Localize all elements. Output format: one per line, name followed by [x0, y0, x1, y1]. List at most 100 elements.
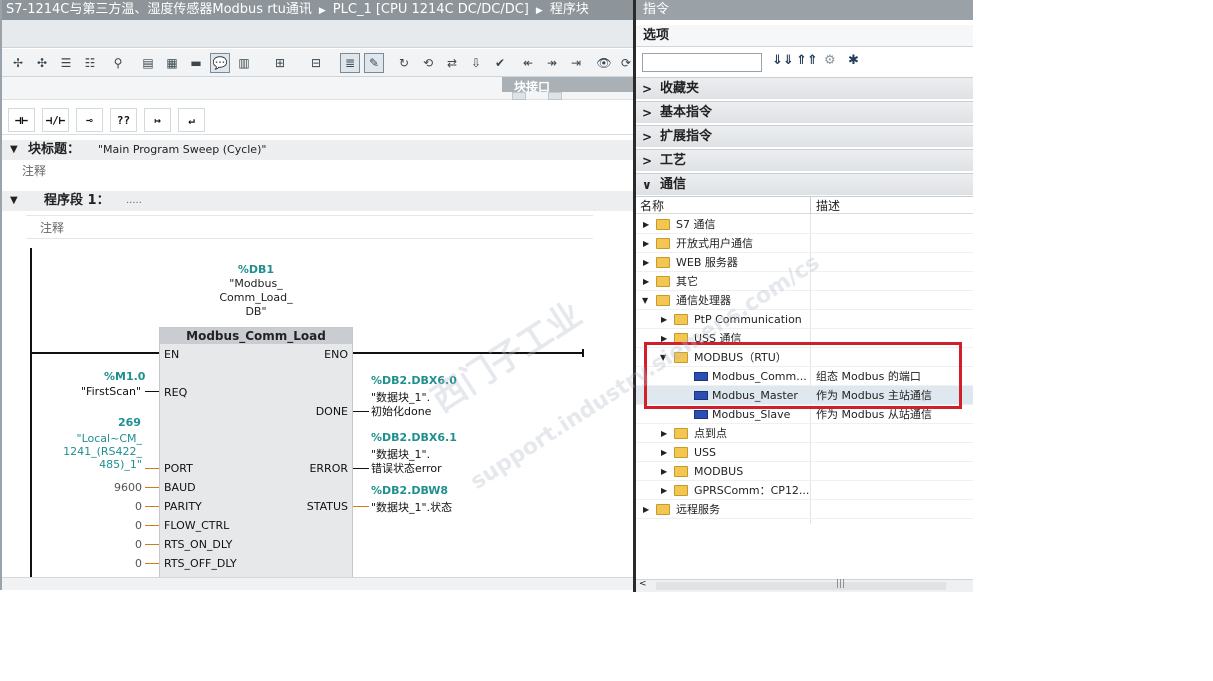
toolbar-insert-network-icon[interactable]: ✢ [8, 53, 28, 73]
status-operand-address[interactable]: %DB2.DBW8 [371, 484, 448, 497]
toolbar-add-row-icon[interactable]: ☷ [80, 53, 100, 73]
scrollbar-thumb[interactable] [656, 582, 946, 590]
interface-expand-icon[interactable] [548, 92, 562, 100]
req-operand-address[interactable]: %M1.0 [104, 370, 145, 383]
category-extended[interactable]: > 扩展指令 [636, 125, 973, 147]
search-down-icon[interactable]: ⇓⇓ [772, 53, 794, 68]
empty-box-icon[interactable]: ?? [110, 108, 137, 132]
block-title-value[interactable]: "Main Program Sweep (Cycle)" [98, 140, 266, 160]
toolbar-online-icon[interactable]: ⟳ [616, 53, 633, 73]
collapse-triangle-icon[interactable]: ▼ [10, 191, 18, 211]
done-operand-line[interactable]: 初始化done [371, 403, 431, 419]
parity-value[interactable]: 0 [102, 500, 142, 513]
category-basic[interactable]: > 基本指令 [636, 101, 973, 123]
column-desc-header[interactable]: 描述 [816, 197, 840, 215]
pin-rts-on-dly: RTS_ON_DLY [164, 538, 233, 551]
network-title-value[interactable]: ..... [126, 191, 142, 211]
instruction-search-input[interactable] [642, 53, 762, 72]
no-contact-icon[interactable]: ⊣⊢ [8, 108, 35, 132]
rts-off-value[interactable]: 0 [102, 557, 142, 570]
panel-horizontal-scrollbar[interactable]: < ||| [636, 579, 973, 592]
breadcrumb-separator-icon: ▶ [535, 6, 543, 16]
expand-arrow-icon[interactable]: ▶ [643, 500, 649, 519]
instance-db[interactable]: %DB1 "Modbus_ Comm_Load_ DB" [212, 263, 300, 319]
toolbar-collapse-icon[interactable]: ▬ [186, 53, 206, 73]
toolbar-network-list-icon[interactable]: ≣ [340, 53, 360, 73]
expand-arrow-icon[interactable]: ▶ [643, 215, 649, 234]
nc-contact-icon[interactable]: ⊣/⊢ [42, 108, 69, 132]
filter-icon[interactable]: ⚙ [824, 53, 836, 68]
interface-collapse-icon[interactable] [512, 92, 526, 100]
toolbar-monitoring-icon[interactable]: 👁 [594, 53, 614, 73]
toolbar-go-to-icon[interactable]: ↻ [394, 53, 414, 73]
category-communication[interactable]: ∨ 通信 [636, 173, 973, 195]
tree-item-open-user[interactable]: ▶ 开放式用户通信 [636, 234, 973, 253]
flow-ctrl-value[interactable]: 0 [102, 519, 142, 532]
expand-arrow-icon[interactable]: ▶ [643, 253, 649, 272]
toolbar-table-icon[interactable]: ▦ [162, 53, 182, 73]
open-branch-icon[interactable]: ↦ [144, 108, 171, 132]
error-operand-address[interactable]: %DB2.DBX6.1 [371, 431, 457, 444]
toolbar-absolute-icon[interactable]: ▥ [234, 53, 254, 73]
tree-item-point-to-point[interactable]: ▶ 点到点 [636, 424, 973, 443]
collapse-arrow-icon[interactable]: ▼ [642, 291, 648, 310]
expand-arrow-icon[interactable]: ▶ [643, 272, 649, 291]
toolbar-next-icon[interactable]: ↠ [542, 53, 562, 73]
tree-item-comm-processor[interactable]: ▼ 通信处理器 [636, 291, 973, 310]
category-label: 通信 [660, 177, 687, 192]
breadcrumb-separator-icon: ▶ [318, 6, 326, 16]
tree-item-uss[interactable]: ▶ USS [636, 443, 973, 462]
breadcrumb-program-blocks[interactable]: 程序块 [550, 2, 589, 17]
tree-item-gprscomm[interactable]: ▶ GPRSComm：CP12... [636, 481, 973, 500]
toolbar-comment-icon[interactable]: 💬 [210, 53, 230, 73]
expand-arrow-icon[interactable]: ▶ [661, 310, 667, 329]
port-operand-name[interactable]: "Local~CM_ 1241_(RS422_ 485)_1" [50, 432, 142, 471]
toolbar-prev-icon[interactable]: ↞ [518, 53, 538, 73]
toolbar-indent-icon[interactable]: ⇥ [566, 53, 586, 73]
req-operand-name[interactable]: "FirstScan" [81, 385, 141, 398]
search-up-icon[interactable]: ⇑⇑ [796, 53, 818, 68]
tree-item-modbus[interactable]: ▶ MODBUS [636, 462, 973, 481]
toolbar-compile-icon[interactable]: ✔ [490, 53, 510, 73]
settings-icon[interactable]: ✱ [848, 53, 859, 68]
toolbar-delete-network-icon[interactable]: ✣ [32, 53, 52, 73]
tree-item-label: 点到点 [694, 427, 727, 440]
editor-horizontal-scrollbar[interactable] [2, 577, 633, 590]
baud-value[interactable]: 9600 [102, 481, 142, 494]
toolbar-insert-row-icon[interactable]: ☰ [56, 53, 76, 73]
close-branch-icon[interactable]: ↵ [178, 108, 205, 132]
toolbar-symbol-icon[interactable]: ⊞ [270, 53, 290, 73]
coil-icon[interactable]: ⊸ [76, 108, 103, 132]
toolbar-download-icon[interactable]: ⇩ [466, 53, 486, 73]
column-name-header[interactable]: 名称 [640, 197, 664, 215]
network-comment-box[interactable]: 注释 [26, 215, 593, 239]
error-operand-line[interactable]: 错误状态error [371, 460, 442, 476]
tree-item-ptp[interactable]: ▶ PtP Communication [636, 310, 973, 329]
expand-arrow-icon[interactable]: ▶ [661, 462, 667, 481]
expand-arrow-icon[interactable]: ▶ [661, 481, 667, 500]
toolbar-operand-icon[interactable]: ⊟ [306, 53, 326, 73]
category-favorites[interactable]: > 收藏夹 [636, 77, 973, 99]
tree-item-remote-service[interactable]: ▶ 远程服务 [636, 500, 973, 519]
port-operand-value[interactable]: 269 [118, 416, 141, 429]
toolbar-reset-icon[interactable]: ⚲ [108, 53, 128, 73]
column-divider[interactable] [810, 197, 811, 215]
expand-arrow-icon[interactable]: ▶ [661, 424, 667, 443]
status-operand-line[interactable]: "数据块_1".状态 [371, 499, 452, 515]
rts-on-value[interactable]: 0 [102, 538, 142, 551]
toolbar-list-icon[interactable]: ▤ [138, 53, 158, 73]
expand-arrow-icon[interactable]: ▶ [661, 443, 667, 462]
expand-arrow-icon[interactable]: ▶ [643, 234, 649, 253]
breadcrumb-plc[interactable]: PLC_1 [CPU 1214C DC/DC/DC] [333, 2, 529, 17]
toolbar-favorites-icon[interactable]: ✎ [364, 53, 384, 73]
breadcrumb-project[interactable]: S7-1214C与第三方温、湿度传感器Modbus rtu通讯 [6, 2, 312, 17]
function-block-box[interactable]: Modbus_Comm_Load EN REQ PORT BAUD PARITY… [159, 327, 353, 579]
toolbar-compare-icon[interactable]: ⇄ [442, 53, 462, 73]
scroll-left-icon[interactable]: < [639, 579, 647, 589]
block-comment[interactable]: 注释 [22, 162, 46, 179]
toolbar-monitor-icon[interactable]: ⟲ [418, 53, 438, 73]
options-header[interactable]: 选项 [636, 25, 973, 47]
tree-item-s7[interactable]: ▶ S7 通信 [636, 215, 973, 234]
category-technology[interactable]: > 工艺 [636, 149, 973, 171]
collapse-triangle-icon[interactable]: ▼ [10, 140, 18, 160]
